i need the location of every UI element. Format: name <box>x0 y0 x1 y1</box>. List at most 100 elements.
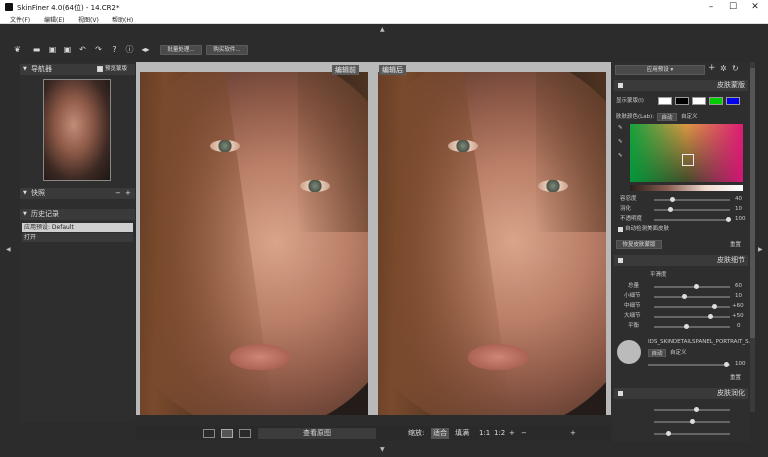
zoom-fit-button[interactable]: 适合 <box>431 428 449 439</box>
threshold-slider[interactable] <box>654 197 730 202</box>
slider-knob[interactable] <box>670 197 675 202</box>
slider-knob[interactable] <box>694 284 699 289</box>
image-viewer[interactable]: 编辑前 编辑后 <box>136 62 611 415</box>
slider-knob[interactable] <box>682 294 687 299</box>
collapse-top-arrow-icon[interactable]: ▲ <box>380 26 385 33</box>
zoom-out-icon[interactable]: − <box>521 428 527 439</box>
add-icon[interactable]: + <box>570 428 576 439</box>
history-item[interactable]: 打开 <box>22 233 133 242</box>
batch-process-button[interactable]: 批量处理... <box>160 45 202 55</box>
history-header[interactable]: ▼ 历史记录 <box>20 209 135 220</box>
right-collapse-arrow-icon[interactable]: ▶ <box>758 246 763 253</box>
zoom-in-icon[interactable]: + <box>509 428 515 439</box>
blue-swatch[interactable] <box>726 97 740 105</box>
menu-view[interactable]: 视图(V) <box>78 15 99 24</box>
menu-file[interactable]: 文件(F) <box>10 15 30 24</box>
buy-software-button[interactable]: 购买软件... <box>206 45 248 55</box>
add-snapshot-icon[interactable]: + <box>125 188 131 199</box>
info-icon[interactable]: ⓘ <box>125 45 134 54</box>
green-swatch[interactable] <box>709 97 723 105</box>
refresh-icon[interactable]: ↻ <box>732 65 739 73</box>
close-icon[interactable]: ✕ <box>750 2 760 12</box>
settings-gear-icon[interactable]: ✲ <box>720 65 727 73</box>
mask-overlay-swatch[interactable] <box>658 97 672 105</box>
menu-help[interactable]: 帮助(H) <box>112 15 133 24</box>
single-view-icon[interactable] <box>203 429 215 438</box>
remove-snapshot-icon[interactable]: − <box>115 188 121 199</box>
navigator-thumbnail[interactable] <box>43 79 111 181</box>
reset-mask-link[interactable]: 重置 <box>730 242 741 249</box>
maximize-icon[interactable]: ☐ <box>728 2 738 12</box>
right-panel: 应用预设 ▾ + ✲ ↻ 皮肤蒙版 显示蒙版(I) 肤肤颜色(Lab): 自动 … <box>612 62 754 442</box>
eye-shape <box>300 180 330 192</box>
large-detail-slider[interactable] <box>654 314 730 319</box>
color-picker-marker[interactable] <box>682 154 694 166</box>
slider-knob[interactable] <box>690 419 695 424</box>
save-icon[interactable]: ▣ <box>48 45 57 54</box>
glow-slider[interactable] <box>654 431 730 436</box>
zoom-1-1-button[interactable]: 1:1 <box>479 428 490 439</box>
skin-glow-header[interactable]: 皮肤润化 <box>614 388 748 399</box>
snapshots-header[interactable]: ▼ 快照 − + <box>20 188 135 199</box>
skin-tone-strip[interactable] <box>630 185 743 191</box>
preview-mask-checkbox[interactable] <box>97 66 103 72</box>
collapse-bottom-arrow-icon[interactable]: ▼ <box>380 446 385 453</box>
preset-select[interactable]: 应用预设 ▾ <box>615 65 705 75</box>
redo-icon[interactable]: ↷ <box>94 45 103 54</box>
white-swatch[interactable] <box>692 97 706 105</box>
before-image[interactable] <box>140 72 368 415</box>
eyedropper-add-icon[interactable]: ✎ <box>618 139 623 146</box>
opacity-slider[interactable] <box>654 217 731 222</box>
scrollbar-thumb[interactable] <box>750 68 755 338</box>
overall-slider[interactable] <box>654 284 730 289</box>
texture-slider[interactable] <box>648 362 730 367</box>
history-item[interactable]: 应用预设: Default <box>22 223 133 232</box>
eyedropper-remove-icon[interactable]: ✎ <box>618 153 623 160</box>
black-swatch[interactable] <box>675 97 689 105</box>
auto-button[interactable]: 自动 <box>657 113 677 121</box>
skin-detail-header[interactable]: 皮肤细节 <box>614 255 748 266</box>
feather-slider[interactable] <box>654 207 730 212</box>
minimize-icon[interactable]: – <box>706 2 716 12</box>
help-icon[interactable]: ? <box>110 45 119 54</box>
add-preset-icon[interactable]: + <box>708 64 716 73</box>
medium-detail-slider[interactable] <box>654 304 730 309</box>
zoom-fill-button[interactable]: 填满 <box>455 428 469 439</box>
reset-mask-button[interactable]: 恢复皮肤蒙版 <box>616 240 662 249</box>
detail-auto-button[interactable]: 自动 <box>648 349 666 357</box>
slider-knob[interactable] <box>694 407 699 412</box>
reset-detail-link[interactable]: 重置 <box>730 375 741 382</box>
slider-knob[interactable] <box>726 217 731 222</box>
compare-icon[interactable]: ◂▸ <box>141 45 150 54</box>
left-collapse-arrow-icon[interactable]: ◀ <box>6 246 11 253</box>
glow-slider[interactable] <box>654 419 730 424</box>
after-image[interactable] <box>378 72 606 415</box>
texture-preview-circle[interactable] <box>617 340 641 364</box>
split-view-icon[interactable] <box>221 429 233 438</box>
stacked-view-icon[interactable] <box>239 429 251 438</box>
view-original-button[interactable]: 查看原图 <box>258 428 376 439</box>
slider-knob[interactable] <box>684 324 689 329</box>
small-detail-label: 小细节 <box>624 293 641 299</box>
save-as-icon[interactable]: ▣ <box>63 45 72 54</box>
slider-knob[interactable] <box>712 304 717 309</box>
eyedropper-icon[interactable]: ✎ <box>618 125 623 132</box>
slider-knob[interactable] <box>666 431 671 436</box>
zoom-1-2-button[interactable]: 1:2 <box>494 428 505 439</box>
slider-knob[interactable] <box>668 207 673 212</box>
right-panel-scrollbar[interactable] <box>750 62 755 412</box>
level-slider[interactable] <box>654 324 730 329</box>
color-picker-field[interactable] <box>630 124 743 182</box>
glow-slider[interactable] <box>654 407 730 412</box>
preset-name-label: IDS_SKINDETAILSPANEL_PORTRAIT_S... <box>648 339 754 345</box>
slider-knob[interactable] <box>708 314 713 319</box>
undo-icon[interactable]: ↶ <box>78 45 87 54</box>
skin-mask-header[interactable]: 皮肤蒙版 <box>614 80 748 91</box>
auto-detect-checkbox[interactable] <box>618 227 623 232</box>
menu-edit[interactable]: 编辑(E) <box>44 15 64 24</box>
navigator-header[interactable]: ▼ 导航器 预览蒙版 <box>20 64 135 75</box>
open-folder-icon[interactable]: ▬ <box>32 45 41 54</box>
small-detail-value: 10 <box>735 293 742 299</box>
small-detail-slider[interactable] <box>654 294 730 299</box>
slider-knob[interactable] <box>724 362 729 367</box>
